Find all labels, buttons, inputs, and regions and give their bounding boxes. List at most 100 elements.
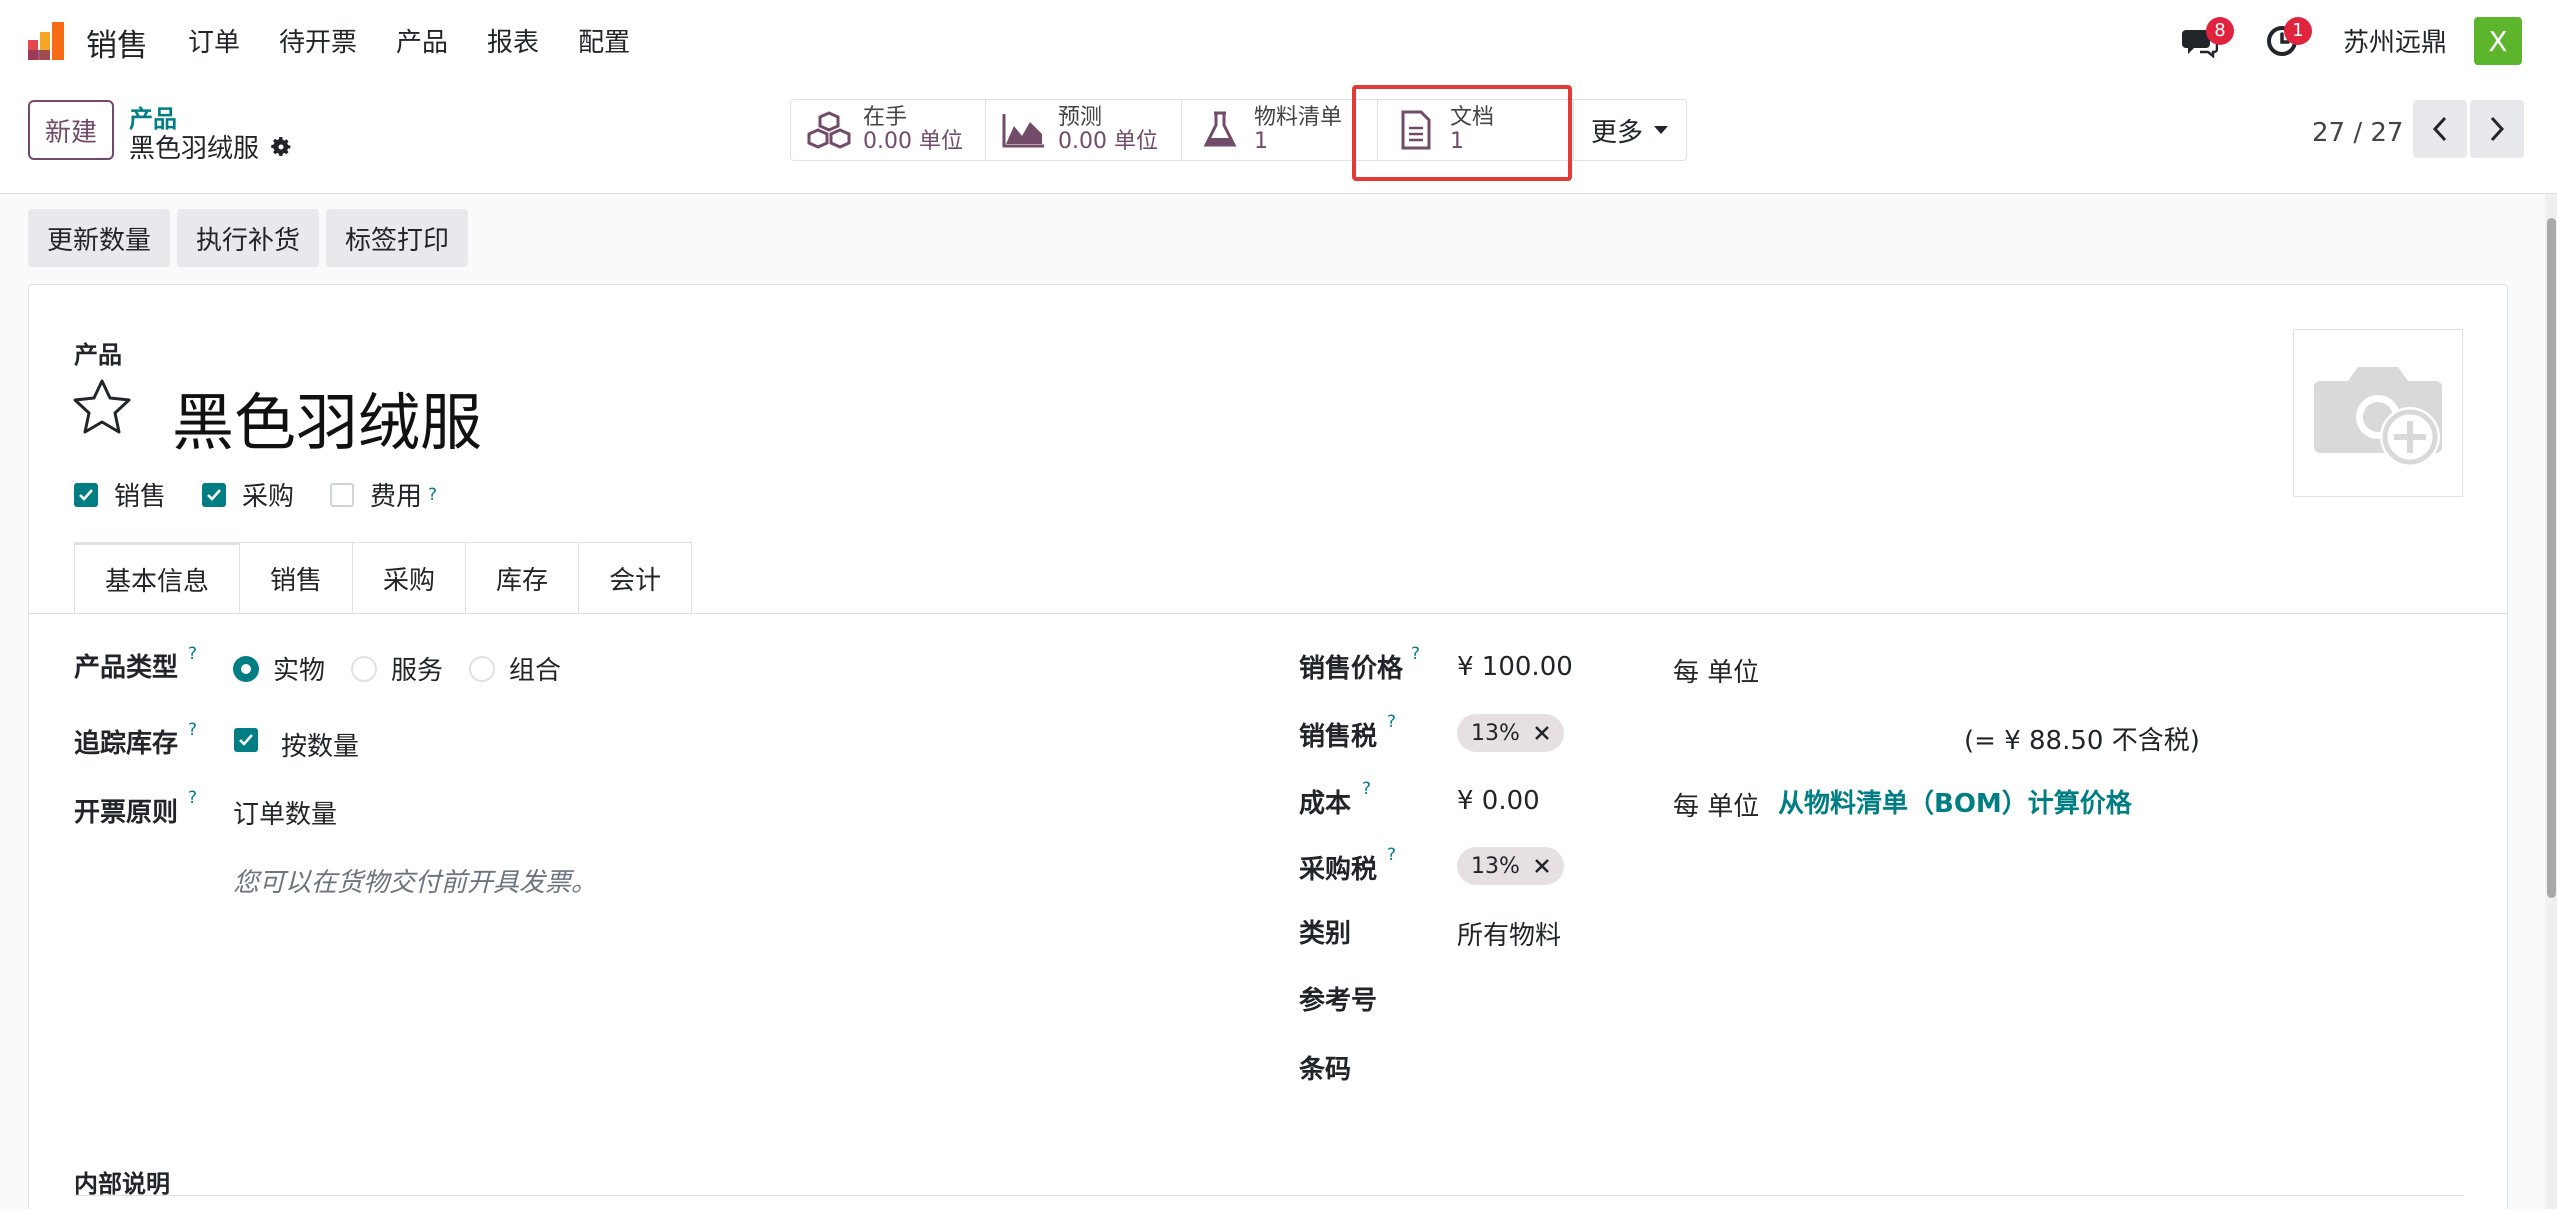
chevron-right-icon (2490, 116, 2505, 142)
help-tooltip-icon[interactable]: ? (1387, 845, 1396, 865)
pager-value[interactable]: 27 / 27 (2312, 118, 2403, 148)
product-image-upload[interactable] (2293, 329, 2463, 497)
purchase-tax-label: 采购税 (1299, 855, 1378, 885)
checkbox-unchecked-icon (330, 482, 355, 507)
checkbox-checked-icon (202, 482, 227, 507)
smart-button-bom[interactable]: 物料清单 1 (1182, 100, 1378, 160)
menu-to-invoice[interactable]: 待开票 (279, 22, 357, 59)
area-chart-icon (1000, 110, 1048, 150)
pager-previous-button[interactable] (2413, 100, 2467, 158)
smart-button-forecast[interactable]: 预测 0.00 单位 (986, 100, 1182, 160)
cubes-icon (805, 110, 853, 150)
main-menu: 订单 待开票 产品 报表 配置 (188, 22, 669, 59)
can-be-sold-checkbox[interactable]: 销售 (74, 476, 166, 513)
category-field[interactable]: 所有物料 (1457, 915, 1561, 952)
track-inventory-checkbox[interactable] (234, 728, 258, 752)
cost-unit: 每 单位 (1673, 792, 1760, 822)
category-label: 类别 (1299, 919, 1352, 949)
help-tooltip-icon[interactable]: ? (188, 644, 197, 664)
radio-combo[interactable] (469, 655, 496, 682)
sales-price-label: 销售价格 (1299, 654, 1404, 684)
tab-accounting[interactable]: 会计 (578, 542, 693, 614)
print-labels-button[interactable]: 标签打印 (326, 209, 469, 267)
document-icon (1392, 110, 1440, 150)
replenish-button[interactable]: 执行补货 (177, 209, 320, 267)
radio-service-label: 服务 (391, 656, 444, 686)
track-inventory-mode[interactable]: 按数量 (281, 726, 359, 763)
breadcrumb-current-label: 黑色羽绒服 (129, 134, 260, 164)
sales-price-field[interactable]: ¥ 100.00 (1457, 652, 1573, 682)
app-name[interactable]: 销售 (86, 20, 148, 65)
help-tooltip-icon[interactable]: ? (428, 485, 437, 505)
sales-app-logo-icon[interactable] (26, 20, 68, 62)
form-tabs: 基本信息 销售 采购 库存 会计 (74, 542, 693, 614)
smart-buttons: 在手 0.00 单位 预测 0.00 单位 物料清单 1 文档 1 更多 (790, 99, 1687, 161)
sales-tax-label: 销售税 (1299, 722, 1378, 752)
menu-products[interactable]: 产品 (396, 22, 448, 59)
new-button[interactable]: 新建 (28, 100, 114, 160)
forecast-value: 0.00 单位 (1058, 129, 1158, 154)
company-switcher[interactable]: 苏州远鼎 (2343, 22, 2447, 59)
menu-orders[interactable]: 订单 (188, 22, 240, 59)
menu-reporting[interactable]: 报表 (487, 22, 539, 59)
caret-down-icon (1654, 126, 1668, 134)
chat-badge: 8 (2206, 17, 2234, 45)
camera-plus-icon (2314, 367, 2442, 467)
update-quantity-button[interactable]: 更新数量 (28, 209, 171, 267)
more-label: 更多 (1590, 117, 1643, 148)
tab-general-info[interactable]: 基本信息 (74, 542, 241, 614)
help-tooltip-icon[interactable]: ? (1362, 779, 1371, 799)
help-tooltip-icon[interactable]: ? (1387, 712, 1396, 732)
gear-icon[interactable] (269, 135, 293, 159)
activity-badge: 1 (2284, 17, 2312, 45)
star-icon[interactable] (72, 378, 132, 436)
user-avatar[interactable]: X (2474, 17, 2522, 65)
close-icon[interactable] (1534, 858, 1550, 874)
product-type-label: 产品类型 (74, 653, 179, 683)
tab-inventory[interactable]: 库存 (465, 542, 580, 614)
help-tooltip-icon[interactable]: ? (188, 720, 197, 740)
radio-service[interactable] (351, 655, 378, 682)
sales-price-unit: 每 单位 (1673, 658, 1760, 688)
pager-next-button[interactable] (2470, 100, 2524, 158)
purchase-tax-tag[interactable]: 13% (1457, 847, 1564, 885)
smart-button-documents[interactable]: 文档 1 (1378, 100, 1574, 160)
reference-label: 参考号 (1299, 986, 1378, 1016)
invoice-policy-select[interactable]: 订单数量 (233, 794, 337, 831)
scrollbar-thumb[interactable] (2547, 218, 2556, 898)
smart-button-on-hand[interactable]: 在手 0.00 单位 (791, 100, 986, 160)
close-icon[interactable] (1534, 725, 1550, 741)
can-be-sold-label: 销售 (114, 482, 167, 512)
menu-configuration[interactable]: 配置 (578, 22, 630, 59)
invoice-policy-note: 您可以在货物交付前开具发票。 (233, 868, 598, 898)
help-tooltip-icon[interactable]: ? (1411, 644, 1420, 664)
tab-divider (29, 613, 2507, 614)
radio-goods[interactable] (233, 655, 259, 682)
tab-sales[interactable]: 销售 (239, 542, 354, 614)
checkbox-checked-icon (74, 482, 98, 507)
action-bar: 更新数量 执行补货 标签打印 (28, 209, 469, 267)
bom-label: 物料清单 (1254, 105, 1343, 130)
cost-field[interactable]: ¥ 0.00 (1457, 786, 1540, 816)
on-hand-value: 0.00 单位 (863, 129, 963, 154)
track-inventory-label: 追踪库存 (74, 729, 179, 759)
compute-price-from-bom-link[interactable]: 从物料清单（BOM）计算价格 (1778, 783, 2132, 820)
flask-icon (1196, 110, 1244, 150)
sales-tax-tag-label: 13% (1471, 720, 1520, 746)
documents-label: 文档 (1450, 105, 1495, 130)
product-name-field[interactable]: 黑色羽绒服 (172, 372, 482, 462)
can-be-purchased-checkbox[interactable]: 采购 (202, 476, 294, 513)
can-be-expensed-checkbox[interactable]: 费用 ? (330, 476, 437, 513)
internal-notes-title: 内部说明 (74, 1170, 170, 1198)
sales-tax-tag[interactable]: 13% (1457, 714, 1564, 752)
help-tooltip-icon[interactable]: ? (188, 788, 197, 808)
radio-combo-label: 组合 (509, 656, 562, 686)
documents-value: 1 (1450, 129, 1464, 154)
chevron-left-icon (2432, 116, 2447, 142)
bom-value: 1 (1254, 129, 1268, 154)
barcode-label: 条码 (1299, 1055, 1352, 1085)
more-dropdown[interactable]: 更多 (1574, 100, 1686, 160)
on-hand-label: 在手 (863, 105, 908, 130)
purchase-tax-tag-label: 13% (1471, 853, 1520, 879)
tab-purchase[interactable]: 采购 (352, 542, 467, 614)
